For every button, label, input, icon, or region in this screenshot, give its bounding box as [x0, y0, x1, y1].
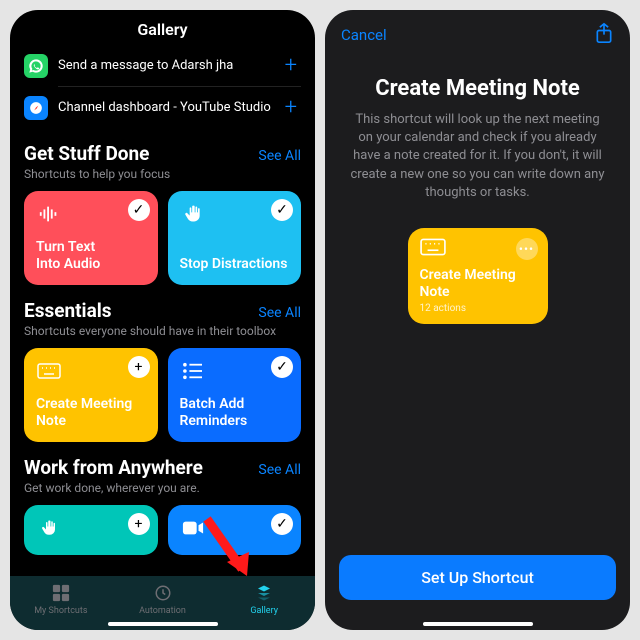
checkmark-icon: ✓ — [271, 199, 293, 221]
section-header: Essentials See All — [24, 299, 301, 322]
tab-my-shortcuts[interactable]: My Shortcuts — [10, 582, 112, 616]
modal-topbar: Cancel — [325, 10, 630, 54]
detail-title: Create Meeting Note — [347, 76, 608, 101]
hand-icon — [36, 515, 62, 541]
plus-icon: + — [128, 356, 150, 378]
shortcut-detail-screen: Cancel Create Meeting Note This shortcut… — [325, 10, 630, 630]
whatsapp-icon — [24, 54, 48, 78]
card-title: Batch Add Reminders — [180, 396, 290, 430]
preview-title: Create Meeting Note — [420, 267, 536, 301]
checkmark-icon: ✓ — [128, 199, 150, 221]
shortcut-card-create-meeting-note[interactable]: + Create Meeting Note — [24, 348, 158, 442]
add-icon[interactable]: + — [281, 95, 301, 120]
plus-icon: + — [128, 513, 150, 535]
tab-label: Automation — [139, 606, 186, 616]
cta-area: Set Up Shortcut — [325, 555, 630, 630]
tab-label: My Shortcuts — [34, 606, 87, 616]
section-title: Get Stuff Done — [24, 142, 149, 165]
shortcut-card-batch-add-reminders[interactable]: ✓ Batch Add Reminders — [168, 348, 302, 442]
shortcut-card-turn-text-into-audio[interactable]: ✓ Turn Text Into Audio — [24, 191, 158, 285]
add-icon[interactable]: + — [281, 53, 301, 78]
gallery-content: Send a message to Adarsh jha + Channel d… — [10, 45, 315, 576]
section-header: Work from Anywhere See All — [24, 456, 301, 479]
automation-icon — [152, 582, 174, 604]
shortcut-card-work[interactable]: ✓ — [168, 505, 302, 555]
cancel-button[interactable]: Cancel — [341, 26, 387, 44]
video-icon — [180, 515, 206, 541]
section-subtitle: Shortcuts to help you focus — [24, 167, 301, 181]
shortcut-preview-card[interactable]: ••• Create Meeting Note 12 actions — [408, 228, 548, 324]
card-row: + Create Meeting Note ✓ Batch Add Remind… — [24, 348, 301, 442]
gallery-icon — [253, 582, 275, 604]
starter-label: Send a message to Adarsh jha — [58, 58, 281, 73]
hand-icon — [180, 201, 206, 227]
section-title: Work from Anywhere — [24, 456, 203, 479]
gallery-screen: Gallery Send a message to Adarsh jha + C… — [10, 10, 315, 630]
audio-wave-icon — [36, 201, 62, 227]
starter-item[interactable]: Send a message to Adarsh jha + — [24, 45, 301, 86]
starter-item[interactable]: Channel dashboard - YouTube Studio + — [24, 87, 301, 128]
home-indicator — [108, 622, 218, 626]
card-row: + ✓ — [24, 505, 301, 555]
keyboard-icon — [36, 358, 62, 384]
shortcut-card-stop-distractions[interactable]: ✓ Stop Distractions — [168, 191, 302, 285]
tab-gallery[interactable]: Gallery — [213, 582, 315, 616]
more-icon[interactable]: ••• — [516, 238, 538, 260]
setup-shortcut-button[interactable]: Set Up Shortcut — [339, 555, 616, 600]
card-row: ✓ Turn Text Into Audio ✓ Stop Distractio… — [24, 191, 301, 285]
nav-title: Gallery — [10, 10, 315, 45]
section-header: Get Stuff Done See All — [24, 142, 301, 165]
preview-subtitle: 12 actions — [420, 303, 536, 314]
starter-label: Channel dashboard - YouTube Studio — [58, 100, 281, 115]
checkmark-icon: ✓ — [271, 356, 293, 378]
tab-automation[interactable]: Automation — [112, 582, 214, 616]
card-title: Turn Text Into Audio — [36, 239, 146, 273]
see-all-link[interactable]: See All — [258, 148, 301, 164]
checkmark-icon: ✓ — [271, 513, 293, 535]
detail-area: Create Meeting Note This shortcut will l… — [325, 54, 630, 555]
card-title: Stop Distractions — [180, 256, 290, 273]
tab-label: Gallery — [250, 606, 278, 616]
grid-icon — [50, 582, 72, 604]
card-title: Create Meeting Note — [36, 396, 146, 430]
shortcut-card-work[interactable]: + — [24, 505, 158, 555]
see-all-link[interactable]: See All — [258, 305, 301, 321]
safari-icon — [24, 96, 48, 120]
detail-description: This shortcut will look up the next meet… — [347, 111, 608, 202]
home-indicator — [423, 622, 533, 626]
share-button[interactable] — [594, 22, 614, 48]
section-title: Essentials — [24, 299, 112, 322]
section-subtitle: Shortcuts everyone should have in their … — [24, 324, 301, 338]
section-subtitle: Get work done, wherever you are. — [24, 481, 301, 495]
list-icon — [180, 358, 206, 384]
see-all-link[interactable]: See All — [258, 462, 301, 478]
